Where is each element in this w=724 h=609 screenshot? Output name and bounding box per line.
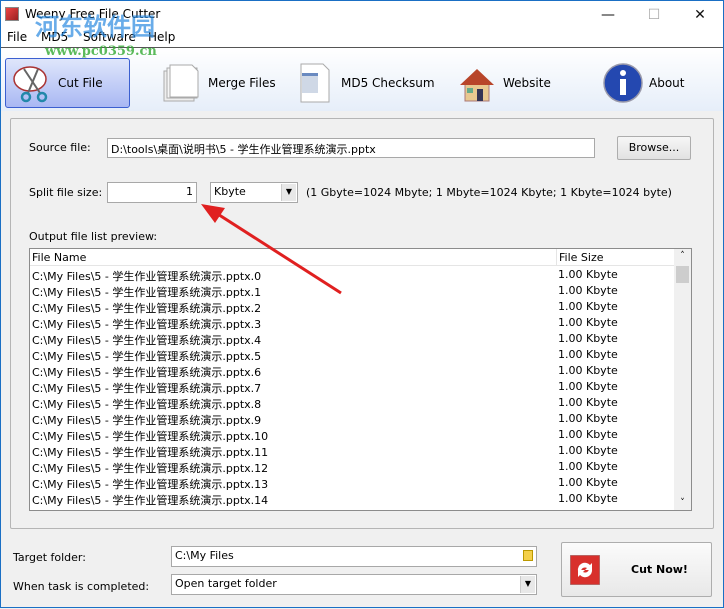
app-window: Weeny Free File Cutter — ☐ ✕ File MD5 So… [0, 0, 724, 608]
annotation-arrow [201, 204, 342, 295]
